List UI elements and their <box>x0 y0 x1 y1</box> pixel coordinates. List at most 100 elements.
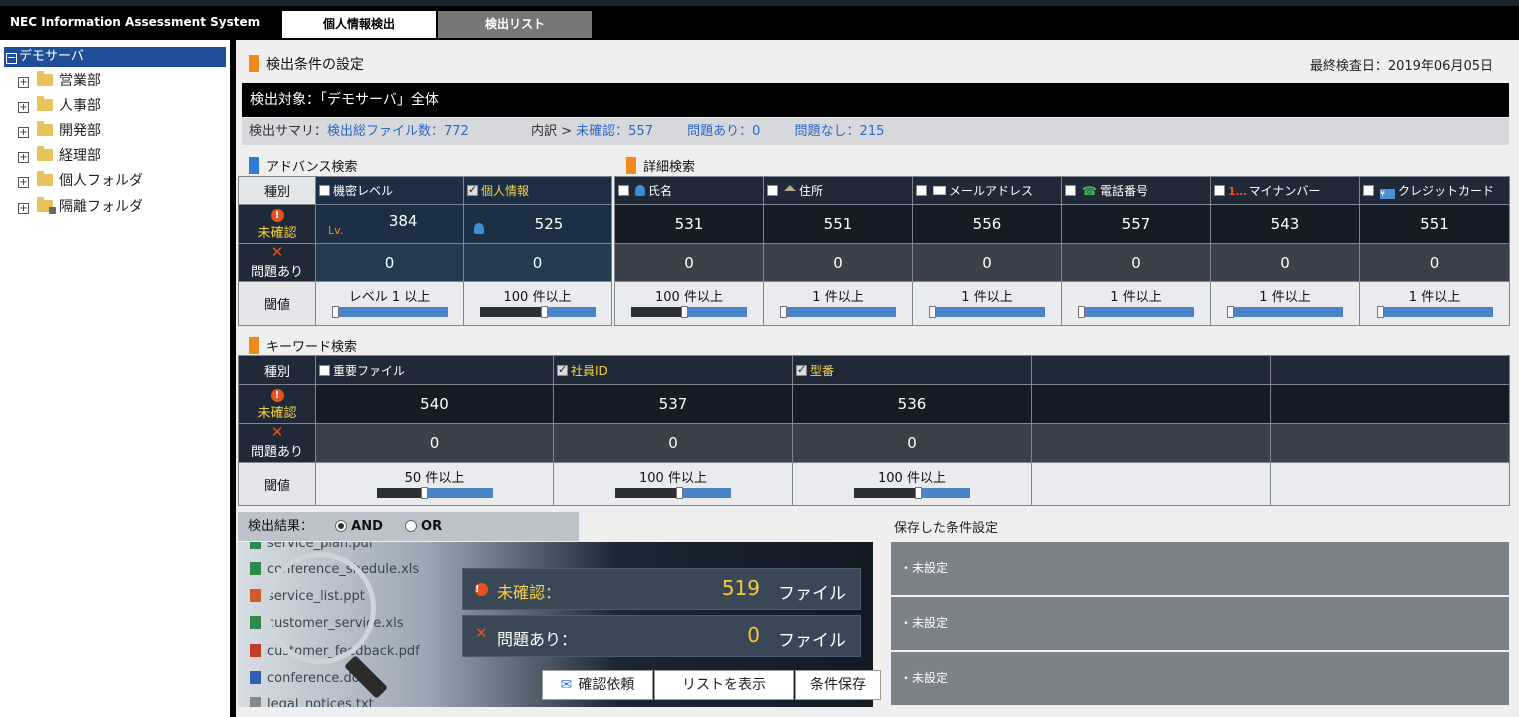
checkbox[interactable] <box>618 185 629 196</box>
threshold-slider[interactable] <box>615 486 731 499</box>
checkbox-checked[interactable] <box>557 363 568 376</box>
slider-track[interactable] <box>1230 307 1343 317</box>
column-phone[interactable]: ☎ 電話番号 <box>1061 176 1211 205</box>
column-email[interactable]: メールアドレス <box>912 176 1062 205</box>
slider-track[interactable] <box>932 307 1045 317</box>
cell-unconfirmed[interactable]: 556 <box>912 204 1062 244</box>
slider-knob[interactable] <box>420 486 428 499</box>
cell-problem[interactable]: 0 <box>315 243 464 282</box>
slider-knob[interactable] <box>780 306 787 318</box>
expand-icon[interactable]: + <box>18 102 29 113</box>
problem-count-box[interactable]: ✕ 問題あり： 0 ファイル <box>462 615 861 657</box>
slider-track[interactable] <box>423 487 493 498</box>
threshold-slider[interactable] <box>331 306 448 318</box>
slider-track[interactable] <box>1081 307 1194 317</box>
cell-unconfirmed[interactable]: Lv. 384 <box>315 204 464 244</box>
expand-icon[interactable]: + <box>18 177 29 188</box>
cell-unconfirmed[interactable]: 557 <box>1061 204 1211 244</box>
threshold-slider[interactable] <box>631 306 747 318</box>
tree-item-sales[interactable]: + 営業部 <box>18 71 101 91</box>
expand-icon[interactable]: + <box>18 152 29 163</box>
request-confirm-button[interactable]: ✉ 確認依頼 <box>542 670 653 700</box>
cell-problem[interactable]: 0 <box>614 243 764 282</box>
threshold-slider[interactable] <box>929 306 1045 318</box>
column-important-file[interactable]: 重要ファイル <box>315 355 554 385</box>
cell-problem[interactable]: 0 <box>1359 243 1510 282</box>
collapse-icon[interactable]: − <box>6 52 17 64</box>
saved-condition-slot[interactable]: ・未設定 <box>891 652 1509 705</box>
tree-item-accounting[interactable]: + 経理部 <box>18 146 101 166</box>
slider-track[interactable] <box>684 307 747 317</box>
checkbox[interactable] <box>319 185 330 196</box>
slider-knob[interactable] <box>1078 306 1085 318</box>
threshold-slider[interactable] <box>1227 306 1343 318</box>
cell-problem[interactable]: 0 <box>315 423 554 463</box>
slider-track[interactable] <box>1379 307 1493 317</box>
expand-icon[interactable]: + <box>18 77 29 88</box>
slider-knob[interactable] <box>676 486 683 499</box>
column-confidential-level[interactable]: 機密レベル <box>315 176 464 205</box>
checkbox[interactable] <box>1065 185 1076 196</box>
checkbox[interactable] <box>916 185 927 196</box>
tab-personal-info-detect[interactable]: 個人情報検出 <box>282 11 436 38</box>
column-address[interactable]: 住所 <box>763 176 913 205</box>
slider-knob[interactable] <box>915 486 922 499</box>
column-mynumber[interactable]: 1… マイナンバー <box>1210 176 1360 205</box>
and-label[interactable]: AND <box>351 519 383 534</box>
cell-unconfirmed[interactable]: 543 <box>1210 204 1360 244</box>
cell-unconfirmed[interactable]: 525 <box>463 204 612 244</box>
and-radio[interactable] <box>335 520 348 532</box>
summary-no-problem[interactable]: 問題なし：215 <box>795 124 885 139</box>
summary-problem[interactable]: 問題あり：0 <box>687 124 760 139</box>
threshold-slider[interactable] <box>780 306 896 318</box>
tree-item-dev[interactable]: + 開発部 <box>18 121 101 141</box>
cell-problem[interactable]: 0 <box>1210 243 1360 282</box>
save-condition-button[interactable]: 条件保存 <box>795 670 881 700</box>
unconfirmed-count-box[interactable]: ! 未確認： 519 ファイル <box>462 568 861 610</box>
summary-unconfirmed[interactable]: 未確認：557 <box>576 124 653 139</box>
slider-track[interactable] <box>679 487 731 498</box>
slider-track[interactable] <box>918 487 970 498</box>
tab-detect-list[interactable]: 検出リスト <box>438 11 592 38</box>
column-model-number[interactable]: 型番 <box>792 355 1032 385</box>
slider-knob[interactable] <box>681 306 688 318</box>
expand-icon[interactable]: + <box>18 127 29 138</box>
slider-knob[interactable] <box>331 306 339 318</box>
threshold-slider[interactable] <box>376 486 493 499</box>
summary-total[interactable]: 検出総ファイル数：772 <box>327 124 469 139</box>
checkbox[interactable] <box>1214 185 1225 196</box>
checkbox[interactable] <box>319 364 330 376</box>
cell-unconfirmed[interactable]: 536 <box>792 384 1032 424</box>
show-list-button[interactable]: リストを表示 <box>654 670 794 700</box>
threshold-slider[interactable] <box>1078 306 1194 318</box>
cell-unconfirmed[interactable]: 551 <box>1359 204 1510 244</box>
tree-item-quarantine-folder[interactable]: + 隔離フォルダ <box>18 197 143 217</box>
cell-problem[interactable]: 0 <box>553 423 793 463</box>
tree-root-demo-server[interactable]: − デモサーバ <box>4 47 226 67</box>
cell-problem[interactable]: 0 <box>1061 243 1211 282</box>
cell-problem[interactable]: 0 <box>792 423 1032 463</box>
column-credit-card[interactable]: ¥ クレジットカード <box>1359 176 1510 205</box>
threshold-slider[interactable] <box>479 306 596 318</box>
checkbox-checked[interactable] <box>796 363 807 376</box>
cell-unconfirmed[interactable]: 531 <box>614 204 764 244</box>
slider-track[interactable] <box>543 307 596 317</box>
slider-track[interactable] <box>334 307 448 317</box>
column-personal-info[interactable]: 個人情報 <box>463 176 612 205</box>
cell-problem[interactable]: 0 <box>912 243 1062 282</box>
or-radio[interactable] <box>405 520 418 532</box>
slider-knob[interactable] <box>1227 306 1234 318</box>
tree-item-personal-folder[interactable]: + 個人フォルダ <box>18 171 143 191</box>
checkbox[interactable] <box>767 185 778 196</box>
or-label[interactable]: OR <box>421 519 442 534</box>
threshold-slider[interactable] <box>854 486 970 499</box>
threshold-slider[interactable] <box>1376 306 1493 318</box>
column-employee-id[interactable]: 社員ID <box>553 355 793 385</box>
column-name[interactable]: 氏名 <box>614 176 764 205</box>
cell-unconfirmed[interactable]: 551 <box>763 204 913 244</box>
slider-knob[interactable] <box>929 306 936 318</box>
checkbox[interactable] <box>1363 185 1374 196</box>
checkbox-checked[interactable] <box>467 183 478 196</box>
expand-icon[interactable]: + <box>18 203 29 214</box>
cell-problem[interactable]: 0 <box>463 243 612 282</box>
